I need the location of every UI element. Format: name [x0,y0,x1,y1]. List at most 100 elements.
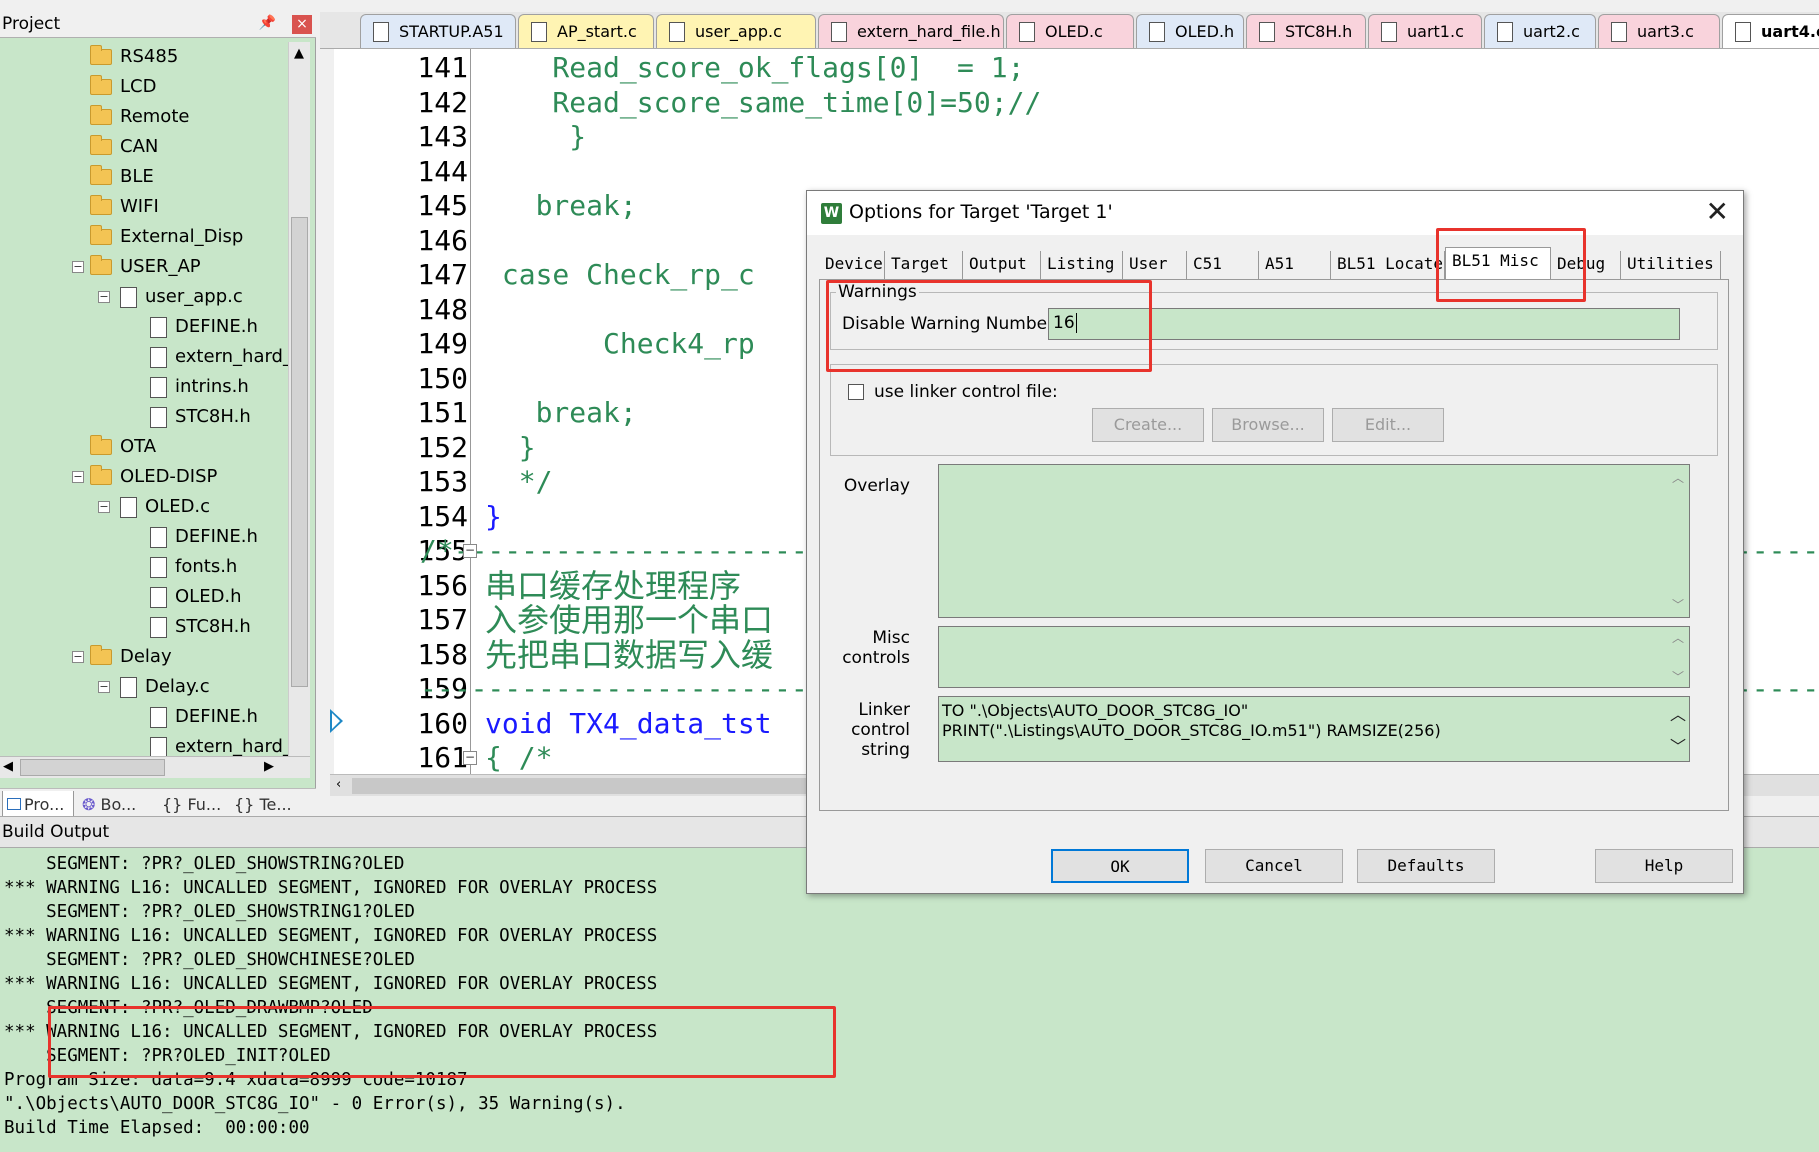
scroll-up-icon[interactable]: ▲ [294,46,304,61]
scrollbar-thumb[interactable] [20,759,165,776]
editor-tab[interactable]: uart2.c [1484,14,1596,48]
tree-file-item[interactable]: user_app.c [120,282,243,312]
tree-folder-item[interactable]: Delay [90,642,172,672]
scroll-up-icon[interactable]: ︿ [1667,701,1689,725]
tree-file-item[interactable]: STC8H.h [150,402,251,432]
fold-toggle-icon[interactable]: − [463,544,477,558]
close-icon[interactable]: × [292,15,312,34]
tree-item-label: Remote [120,106,190,127]
tab-books[interactable]: ❂ Bo... [78,791,150,819]
scroll-left-icon[interactable]: ‹ [336,777,341,792]
tree-file-item[interactable]: OLED.h [150,582,242,612]
collapse-toggle-icon[interactable]: − [98,291,110,303]
editor-tab[interactable]: AP_start.c [518,14,654,48]
misc-scrollbar[interactable]: ︿ ﹀ [1667,627,1689,687]
collapse-toggle-icon[interactable]: − [98,681,110,693]
ok-button[interactable]: OK [1051,849,1189,883]
tree-folder-item[interactable]: USER_AP [90,252,201,282]
dialog-tab[interactable]: Listing [1041,251,1123,279]
cancel-button[interactable]: Cancel [1205,849,1343,883]
editor-tab[interactable]: STARTUP.A51 [360,14,516,48]
editor-tab[interactable]: uart4.c [1722,14,1819,48]
dialog-tab[interactable]: Target [885,251,963,279]
linker-scrollbar[interactable]: ︿ ﹀ [1667,697,1689,761]
editor-tab[interactable]: extern_hard_file.h [818,14,1004,48]
tab-project[interactable]: Pro... [2,791,74,819]
overlay-scrollbar[interactable]: ︿ ﹀ [1667,465,1689,617]
tree-file-item[interactable]: DEFINE.h [150,702,258,732]
fold-guide [470,49,471,774]
edit-button[interactable]: Edit... [1332,408,1444,442]
tree-folder-item[interactable]: LCD [90,72,156,102]
tab-templates[interactable]: {} Te... [230,791,310,819]
line-number: 153 [417,465,468,498]
editor-tab[interactable]: uart1.c [1368,14,1482,48]
templates-icon: {} [234,795,255,814]
editor-tab[interactable]: uart3.c [1598,14,1720,48]
dialog-tab[interactable]: Device [819,251,885,279]
dialog-tab[interactable]: User [1123,251,1187,279]
dialog-tab[interactable]: BL51 Locate [1331,251,1445,279]
tab-functions[interactable]: {} Fu... [158,791,230,819]
highlight-warning-line [48,1006,836,1078]
scroll-up-icon[interactable]: ︿ [1667,469,1689,486]
file-icon [1259,22,1275,42]
editor-tab[interactable]: STC8H.h [1246,14,1366,48]
editor-tab[interactable]: OLED.c [1006,14,1134,48]
collapse-toggle-icon[interactable]: − [72,651,84,663]
linker-control-string-textarea[interactable]: TO ".\Objects\AUTO_DOOR_STC8G_IO" PRINT(… [938,696,1690,762]
tree-folder-item[interactable]: OTA [90,432,156,462]
scroll-up-icon[interactable]: ︿ [1667,629,1689,646]
code-line: 串口缓存处理程序 [485,566,742,605]
tree-folder-item[interactable]: BLE [90,162,154,192]
collapse-toggle-icon[interactable]: − [98,501,110,513]
folder-icon [90,165,112,185]
dialog-tab[interactable]: Output [963,251,1041,279]
dialog-tab[interactable]: C51 [1187,251,1259,279]
tree-file-item[interactable]: fonts.h [150,552,237,582]
tree-file-item[interactable]: Delay.c [120,672,210,702]
tree-file-item[interactable]: intrins.h [150,372,249,402]
build-output-line: ".\Objects\AUTO_DOOR_STC8G_IO" - 0 Error… [4,1094,626,1114]
tree-vertical-scrollbar[interactable]: ▲ ▼ [288,42,310,769]
tree-file-item[interactable]: extern_hard_ [150,732,288,756]
fold-toggle-icon[interactable]: − [463,751,477,765]
tree-folder-item[interactable]: OLED-DISP [90,462,217,492]
close-icon[interactable]: ✕ [1706,195,1729,229]
tree-file-item[interactable]: DEFINE.h [150,522,258,552]
tree-horizontal-scrollbar[interactable]: ◀ ▶ [0,756,310,778]
tree-folder-item[interactable]: CAN [90,132,158,162]
tree-file-item[interactable]: extern_hard_ [150,342,288,372]
tree-folder-item[interactable]: External_Disp [90,222,243,252]
tree-folder-item[interactable]: Remote [90,102,189,132]
help-button[interactable]: Help [1595,849,1733,883]
scrollbar-thumb[interactable] [291,217,308,687]
use-linker-control-file-checkbox[interactable] [848,384,864,400]
collapse-toggle-icon[interactable]: − [72,471,84,483]
code-line: } [485,430,536,464]
overlay-textarea[interactable]: ︿ ﹀ [938,464,1690,618]
file-icon [150,406,167,428]
pin-icon[interactable]: 📌 [259,15,276,31]
scroll-down-icon[interactable]: ﹀ [1667,733,1689,757]
create-button[interactable]: Create... [1092,408,1204,442]
scroll-down-icon[interactable]: ﹀ [1667,668,1689,685]
dialog-tab[interactable]: Utilities [1621,251,1721,279]
scroll-left-icon[interactable]: ◀ [3,759,13,774]
code-line: } [485,120,587,153]
dialog-tab[interactable]: A51 [1259,251,1331,279]
scroll-right-icon[interactable]: ▶ [264,759,274,774]
editor-tab[interactable]: OLED.h [1136,14,1244,48]
defaults-button[interactable]: Defaults [1357,849,1495,883]
breakpoint-gutter[interactable] [320,49,334,774]
misc-controls-textarea[interactable]: ︿ ﹀ [938,626,1690,688]
tree-folder-item[interactable]: RS485 [90,42,178,72]
browse-button[interactable]: Browse... [1212,408,1324,442]
collapse-toggle-icon[interactable]: − [72,261,84,273]
editor-tab[interactable]: user_app.c [656,14,816,48]
scroll-down-icon[interactable]: ﹀ [1667,596,1689,613]
tree-file-item[interactable]: OLED.c [120,492,210,522]
tree-file-item[interactable]: STC8H.h [150,612,251,642]
tree-folder-item[interactable]: WIFI [90,192,159,222]
tree-file-item[interactable]: DEFINE.h [150,312,258,342]
